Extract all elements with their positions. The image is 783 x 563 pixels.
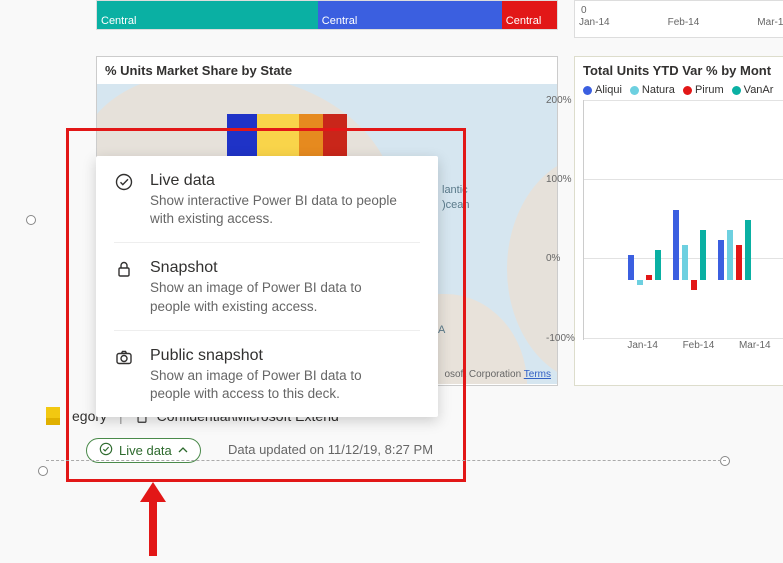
chart-title: Total Units YTD Var % by Mont (575, 57, 783, 84)
selection-handle[interactable] (38, 466, 48, 476)
region-segment: Central (318, 1, 502, 29)
region-segment: Central (502, 1, 557, 29)
map-label: lantic (442, 184, 468, 196)
option-desc: Show an image of Power BI data to people… (150, 367, 400, 403)
option-live-data[interactable]: Live data Show interactive Power BI data… (96, 156, 438, 242)
x-tick: Jan-14 (627, 340, 658, 351)
check-circle-icon (99, 442, 113, 459)
option-title: Snapshot (150, 259, 400, 277)
option-public-snapshot[interactable]: Public snapshot Show an image of Power B… (114, 330, 420, 417)
bar-chart-visual[interactable]: Total Units YTD Var % by Mont Aliqui Nat… (574, 56, 783, 386)
region-bar: Central Central Central (96, 0, 558, 30)
chart-plot: 200% 100% 0% -100% (583, 100, 783, 340)
x-tick: Feb-14 (668, 17, 700, 28)
map-label: )cean (442, 199, 470, 211)
data-mode-popover: Live data Show interactive Power BI data… (96, 156, 438, 417)
map-attribution: osoft Corporation Terms (444, 369, 551, 380)
selection-handle[interactable] (26, 215, 36, 225)
option-desc: Show interactive Power BI data to people… (150, 192, 400, 228)
powerbi-logo-icon (46, 407, 60, 425)
map-terms-link[interactable]: Terms (524, 369, 551, 380)
x-tick: Jan-14 (579, 17, 610, 28)
option-title: Public snapshot (150, 347, 400, 365)
pill-label: Live data (119, 443, 172, 458)
x-tick: Feb-14 (683, 340, 715, 351)
selection-guide (46, 460, 726, 461)
chart-legend: Aliqui Natura Pirum VanAr (575, 84, 783, 100)
map-title: % Units Market Share by State (97, 57, 557, 84)
annotation-arrow-icon (140, 482, 164, 556)
chevron-up-icon (178, 443, 188, 458)
chart-bars (628, 180, 751, 280)
option-snapshot[interactable]: Snapshot Show an image of Power BI data … (114, 242, 420, 329)
selection-handle[interactable] (720, 456, 730, 466)
region-segment: Central (97, 1, 318, 29)
option-title: Live data (150, 172, 400, 190)
data-updated-text: Data updated on 11/12/19, 8:27 PM (228, 442, 433, 457)
camera-icon (114, 347, 136, 369)
lock-icon (114, 259, 136, 281)
x-tick: Mar-14 (757, 17, 783, 28)
option-desc: Show an image of Power BI data to people… (150, 279, 400, 315)
mini-chart[interactable]: 0 Jan-14 Feb-14 Mar-14 (574, 0, 783, 38)
x-tick: Mar-14 (739, 340, 771, 351)
check-circle-icon (114, 172, 136, 194)
